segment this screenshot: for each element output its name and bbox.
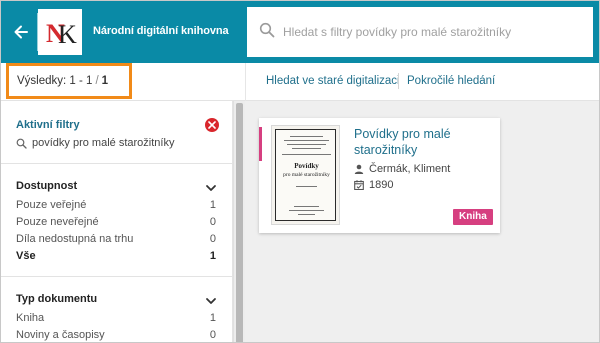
search-box[interactable] (247, 7, 593, 57)
back-button[interactable] (7, 18, 35, 46)
search-icon (16, 138, 27, 149)
search-input[interactable] (283, 21, 583, 43)
facet-item-label: Noviny a časopisy (16, 329, 105, 341)
top-header: N K Národní digitální knihovna (1, 1, 599, 63)
thumbnail-line (298, 214, 315, 215)
book-thumbnail[interactable]: Povídky pro malé starožitníky (271, 125, 340, 225)
advanced-search-link[interactable]: Pokročilé hledání (407, 75, 495, 87)
calendar-icon (354, 180, 364, 190)
filter-sidebar: Aktivní filtry povídky pro malé starožit… (1, 101, 233, 342)
result-year: 1890 (354, 179, 393, 191)
facet-item-label: Vše (16, 250, 36, 262)
results-total: 1 (101, 75, 109, 87)
facet-availability: Dostupnost Pouze veřejné 1 Pouze neveřej… (1, 164, 232, 277)
old-digitization-link[interactable]: Hledat ve staré digitalizaci (266, 75, 400, 87)
sidebar-scrollbar-thumb[interactable] (236, 103, 243, 342)
facet-item-selected[interactable]: Vše 1 (16, 250, 216, 266)
facet-item[interactable]: Pouze neveřejné 0 (16, 216, 216, 232)
search-icon (259, 22, 275, 38)
app-window: N K Národní digitální knihovna Výsledky:… (0, 0, 600, 343)
facet-item-label: Pouze neveřejné (16, 216, 99, 228)
active-filters-section: Aktivní filtry povídky pro malé starožit… (1, 101, 232, 164)
thumbnail-line (287, 144, 326, 145)
thumbnail-line (289, 210, 324, 211)
thumbnail-line (292, 148, 321, 149)
facet-item-label: Pouze veřejné (16, 199, 87, 211)
result-author-text: Čermák, Kliment (369, 163, 451, 175)
results-label: Výsledky: (17, 75, 67, 87)
chevron-down-icon[interactable] (205, 295, 217, 307)
facet-item-count: 1 (209, 250, 216, 262)
card-accent-bar (259, 127, 262, 161)
facet-item-count: 1 (209, 199, 216, 211)
facet-item-count: 0 (209, 233, 216, 245)
person-icon (354, 164, 364, 174)
active-filter-query[interactable]: povídky pro malé starožitníky (16, 137, 174, 149)
arrow-left-icon (14, 25, 28, 39)
link-divider (398, 73, 399, 89)
result-card[interactable]: Povídky pro malé starožitníky Povídky pr… (259, 118, 500, 233)
results-separator: / (95, 75, 99, 87)
thumbnail-line (296, 186, 317, 187)
thumbnail-title: Povídky (294, 162, 319, 170)
thumbnail-line (290, 136, 323, 137)
svg-text:K: K (58, 20, 77, 48)
facet-document-type: Typ dokumentu Kniha 1 Noviny a časopisy … (1, 277, 232, 342)
facet-item-label: Díla nedostupná na trhu (16, 233, 134, 245)
doc-type-badge: Kniha (453, 209, 493, 225)
clear-filters-button[interactable] (205, 118, 219, 132)
nk-logo-mark: N K (46, 19, 77, 48)
facet-item-count: 1 (209, 312, 216, 324)
facet-title: Dostupnost (16, 180, 78, 192)
facet-title: Typ dokumentu (16, 293, 98, 305)
chevron-down-icon[interactable] (205, 182, 217, 194)
facet-item[interactable]: Noviny a časopisy 0 (16, 329, 216, 342)
active-filters-title: Aktivní filtry (16, 119, 80, 131)
close-icon (208, 121, 216, 129)
active-filter-query-text: povídky pro malé starožitníky (32, 137, 175, 149)
result-year-text: 1890 (369, 179, 394, 191)
thumbnail-line (294, 206, 319, 207)
nk-logo[interactable]: N K (38, 9, 82, 55)
column-divider (245, 63, 246, 101)
thumbnail-line (284, 140, 329, 141)
facet-item-count: 0 (209, 329, 216, 341)
site-title[interactable]: Národní digitální knihovna (93, 25, 229, 37)
results-count: Výsledky: 1 - 1/1 (6, 63, 132, 99)
result-title[interactable]: Povídky pro malé starožitníky (354, 126, 494, 158)
facet-item[interactable]: Kniha 1 (16, 312, 216, 328)
facet-item[interactable]: Pouze veřejné 1 (16, 199, 216, 215)
results-range: 1 - 1 (69, 75, 93, 87)
thumbnail-subtitle: pro malé starožitníky (283, 172, 330, 178)
facet-item-count: 0 (209, 216, 216, 228)
thumbnail-line (282, 154, 331, 155)
thumbnail-page: Povídky pro malé starožitníky (275, 129, 336, 221)
facet-item[interactable]: Díla nedostupná na trhu 0 (16, 233, 216, 249)
result-author: Čermák, Kliment (354, 163, 450, 175)
facet-item-label: Kniha (16, 312, 45, 324)
